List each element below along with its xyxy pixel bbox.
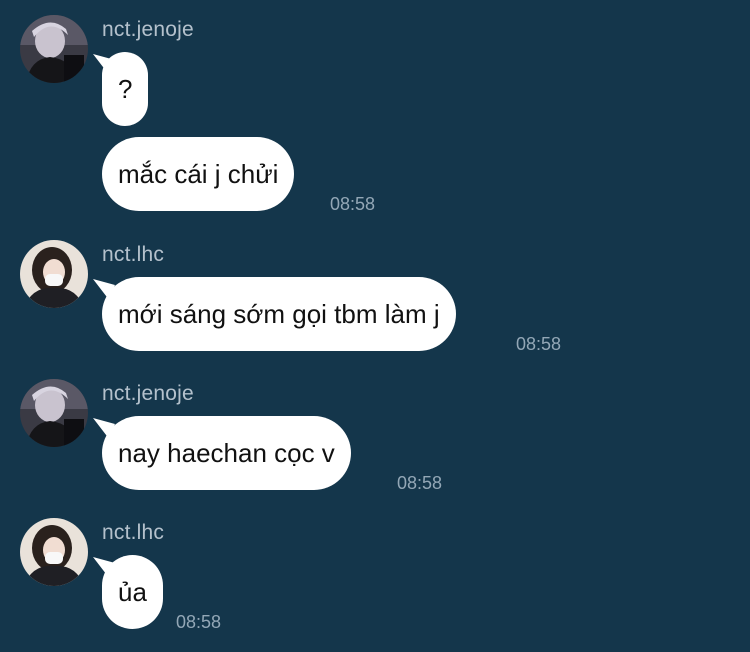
chat-screen: { "colors": { "background": "#14364b", "… (0, 0, 750, 652)
message-text: ủa (118, 577, 147, 607)
sender-name: nct.lhc (102, 521, 165, 544)
sender-name: nct.jenoje (102, 382, 194, 405)
avatar-nct-lhc[interactable] (20, 518, 88, 586)
avatar-nct-lhc[interactable] (20, 240, 88, 308)
message-bubble[interactable]: nay haechan cọc v (102, 416, 351, 490)
avatar-nct-jenoje[interactable] (20, 15, 88, 83)
profile-photo-icon (20, 240, 88, 308)
message-text: ? (118, 74, 133, 104)
profile-photo-icon (20, 518, 88, 586)
message-text: nay haechan cọc v (118, 438, 335, 468)
message-bubble[interactable]: mắc cái j chửi (102, 137, 295, 211)
message-time: 08:58 (176, 612, 222, 632)
sender-name: nct.jenoje (102, 18, 194, 41)
sender-name: nct.lhc (102, 243, 165, 266)
profile-photo-icon (20, 15, 88, 83)
message-time: 08:58 (330, 194, 376, 214)
avatar-nct-jenoje[interactable] (20, 379, 88, 447)
profile-photo-icon (20, 379, 88, 447)
message-time: 08:58 (397, 473, 443, 493)
message-bubble[interactable]: ? (102, 52, 149, 126)
message-time: 08:58 (516, 334, 562, 354)
message-bubble[interactable]: ủa (102, 555, 163, 629)
message-text: mắc cái j chửi (118, 159, 279, 189)
message-bubble[interactable]: mới sáng sớm gọi tbm làm j (102, 277, 456, 351)
message-text: mới sáng sớm gọi tbm làm j (118, 299, 440, 329)
